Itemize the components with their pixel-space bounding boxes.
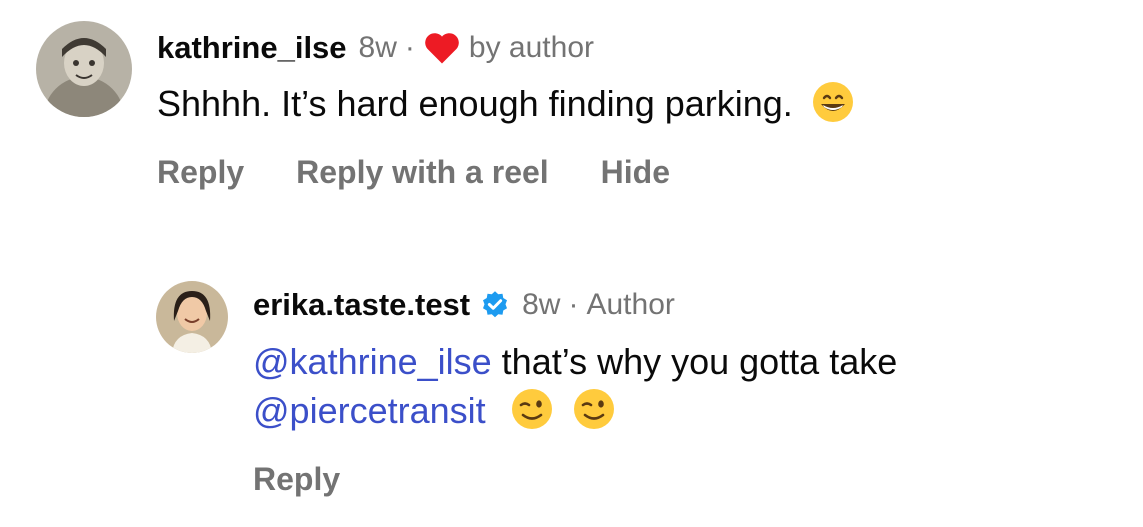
hide-button[interactable]: Hide [601, 154, 670, 191]
comment-header: kathrine_ilse 8w · by author [157, 27, 594, 69]
mention-link[interactable]: @kathrine_ilse [253, 341, 492, 382]
author-label: Author [586, 288, 675, 321]
reply-text-content: that’s why you gotta take [491, 341, 898, 382]
grinning-face-icon [811, 80, 855, 124]
verified-badge-icon [480, 290, 510, 320]
comment-time: 8w [358, 31, 397, 64]
mention-link[interactable]: @piercetransit [253, 390, 486, 431]
reply-with-reel-button[interactable]: Reply with a reel [296, 154, 549, 191]
comment-actions: Reply Reply with a reel Hide [157, 154, 670, 191]
avatar[interactable] [36, 21, 132, 117]
heart-icon [423, 31, 461, 65]
reply-actions: Reply [253, 461, 340, 498]
winking-face-icon [572, 387, 616, 431]
separator-dot: · [568, 288, 579, 321]
reply-header: erika.taste.test 8w · Author [253, 284, 675, 326]
reply-button[interactable]: Reply [253, 461, 340, 498]
reply-text: @kathrine_ilse that’s why you gotta take [253, 334, 897, 390]
winking-face-icon [510, 387, 554, 431]
comment-username[interactable]: kathrine_ilse [157, 30, 347, 66]
reply-text-line-2: @piercetransit [253, 383, 616, 439]
comment-text-content: Shhhh. It’s hard enough finding parking. [157, 83, 793, 124]
avatar[interactable] [156, 281, 228, 353]
comment-text: Shhhh. It’s hard enough finding parking. [157, 76, 855, 132]
liked-by-author-label: by author [468, 31, 594, 64]
reply-button[interactable]: Reply [157, 154, 244, 191]
reply-username[interactable]: erika.taste.test [253, 287, 470, 323]
reply-time: 8w [522, 288, 561, 321]
separator-dot: · [404, 31, 415, 64]
